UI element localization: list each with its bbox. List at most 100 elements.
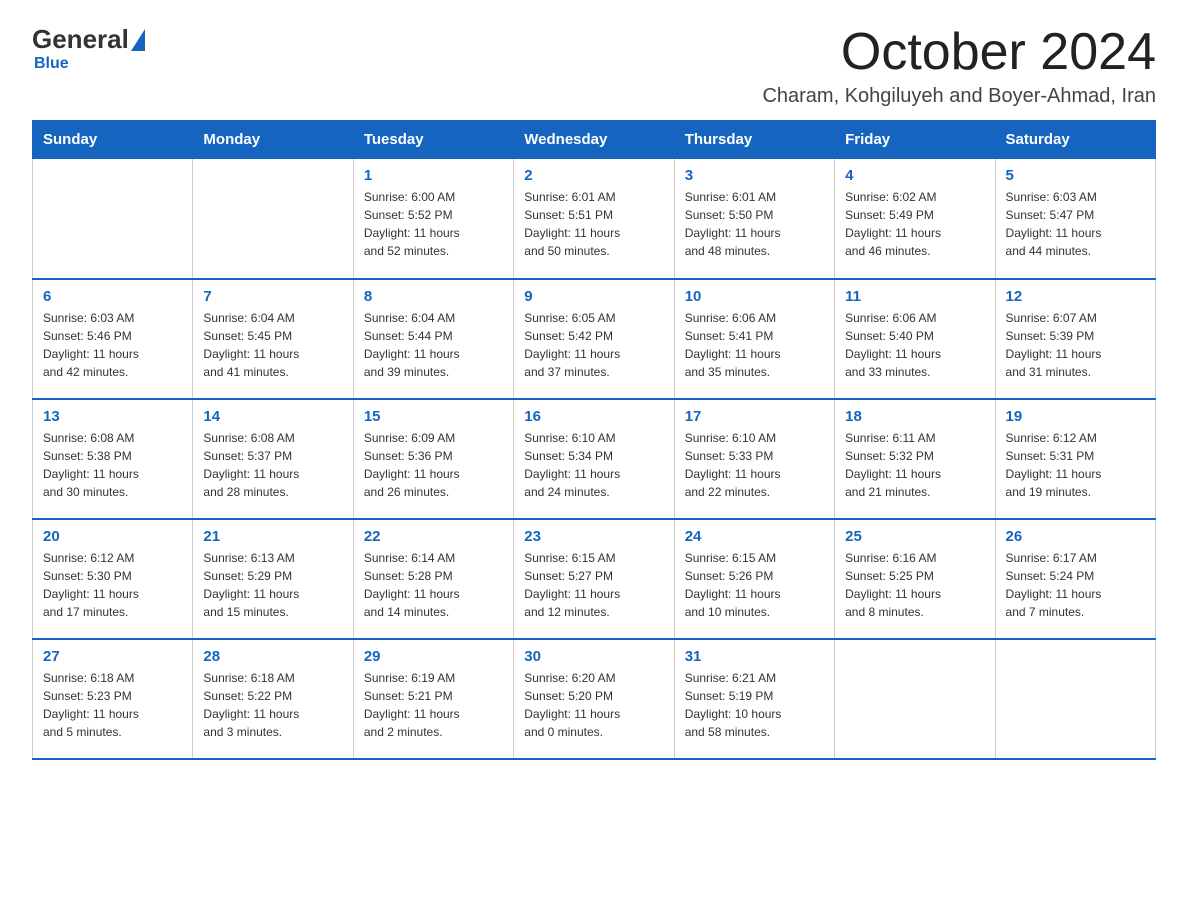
calendar-cell: 24 Sunrise: 6:15 AM Sunset: 5:26 PM Dayli… bbox=[674, 519, 834, 639]
logo-triangle-icon bbox=[131, 29, 145, 51]
day-number: 30 bbox=[524, 648, 663, 665]
day-number: 14 bbox=[203, 408, 342, 425]
location-title: Charam, Kohgiluyeh and Boyer-Ahmad, Iran bbox=[762, 85, 1156, 108]
week-row-5: 27Sunrise: 6:18 AM Sunset: 5:23 PM Dayli… bbox=[33, 639, 1156, 759]
calendar-cell: 17 Sunrise: 6:10 AM Sunset: 5:33 PM Dayli… bbox=[674, 399, 834, 519]
day-info: Sunrise: 6:20 AM Sunset: 5:20 PM Dayligh… bbox=[524, 669, 663, 741]
day-number: 12 bbox=[1006, 288, 1145, 305]
day-info: Sunrise: 6:10 AM Sunset: 5:34 PM Dayligh… bbox=[524, 429, 663, 501]
day-number: 9 bbox=[524, 288, 663, 305]
calendar-cell: 26Sunrise: 6:17 AM Sunset: 5:24 PM Dayli… bbox=[995, 519, 1155, 639]
day-info: Sunrise: 6:05 AM Sunset: 5:42 PM Dayligh… bbox=[524, 309, 663, 381]
day-number: 3 bbox=[685, 167, 824, 184]
calendar-cell: 6 Sunrise: 6:03 AM Sunset: 5:46 PM Daylig… bbox=[33, 279, 193, 399]
weekday-header-tuesday: Tuesday bbox=[353, 121, 513, 159]
month-title: October 2024 bbox=[762, 24, 1156, 81]
day-info: Sunrise: 6:02 AM Sunset: 5:49 PM Dayligh… bbox=[845, 188, 984, 260]
calendar-cell: 30 Sunrise: 6:20 AM Sunset: 5:20 PM Dayli… bbox=[514, 639, 674, 759]
week-row-4: 20 Sunrise: 6:12 AM Sunset: 5:30 PM Dayli… bbox=[33, 519, 1156, 639]
day-number: 24 bbox=[685, 528, 824, 545]
weekday-header-thursday: Thursday bbox=[674, 121, 834, 159]
day-info: Sunrise: 6:10 AM Sunset: 5:33 PM Dayligh… bbox=[685, 429, 824, 501]
calendar-table: SundayMondayTuesdayWednesdayThursdayFrid… bbox=[32, 120, 1156, 760]
calendar-cell: 7Sunrise: 6:04 AM Sunset: 5:45 PM Daylig… bbox=[193, 279, 353, 399]
day-info: Sunrise: 6:06 AM Sunset: 5:40 PM Dayligh… bbox=[845, 309, 984, 381]
calendar-cell bbox=[33, 159, 193, 279]
day-info: Sunrise: 6:04 AM Sunset: 5:44 PM Dayligh… bbox=[364, 309, 503, 381]
day-number: 23 bbox=[524, 528, 663, 545]
calendar-cell: 9 Sunrise: 6:05 AM Sunset: 5:42 PM Daylig… bbox=[514, 279, 674, 399]
day-number: 17 bbox=[685, 408, 824, 425]
calendar-cell bbox=[835, 639, 995, 759]
day-info: Sunrise: 6:01 AM Sunset: 5:50 PM Dayligh… bbox=[685, 188, 824, 260]
day-number: 19 bbox=[1006, 408, 1145, 425]
calendar-cell: 8 Sunrise: 6:04 AM Sunset: 5:44 PM Daylig… bbox=[353, 279, 513, 399]
day-number: 27 bbox=[43, 648, 182, 665]
calendar-cell: 4 Sunrise: 6:02 AM Sunset: 5:49 PM Daylig… bbox=[835, 159, 995, 279]
weekday-header-friday: Friday bbox=[835, 121, 995, 159]
calendar-cell: 31Sunrise: 6:21 AM Sunset: 5:19 PM Dayli… bbox=[674, 639, 834, 759]
calendar-cell: 5 Sunrise: 6:03 AM Sunset: 5:47 PM Daylig… bbox=[995, 159, 1155, 279]
calendar-cell: 18Sunrise: 6:11 AM Sunset: 5:32 PM Dayli… bbox=[835, 399, 995, 519]
day-info: Sunrise: 6:01 AM Sunset: 5:51 PM Dayligh… bbox=[524, 188, 663, 260]
title-area: October 2024 Charam, Kohgiluyeh and Boye… bbox=[762, 24, 1156, 108]
calendar-cell: 19 Sunrise: 6:12 AM Sunset: 5:31 PM Dayli… bbox=[995, 399, 1155, 519]
day-info: Sunrise: 6:04 AM Sunset: 5:45 PM Dayligh… bbox=[203, 309, 342, 381]
day-info: Sunrise: 6:08 AM Sunset: 5:37 PM Dayligh… bbox=[203, 429, 342, 501]
weekday-header-monday: Monday bbox=[193, 121, 353, 159]
day-info: Sunrise: 6:08 AM Sunset: 5:38 PM Dayligh… bbox=[43, 429, 182, 501]
logo: General Blue bbox=[32, 24, 147, 73]
calendar-cell: 20 Sunrise: 6:12 AM Sunset: 5:30 PM Dayli… bbox=[33, 519, 193, 639]
day-info: Sunrise: 6:03 AM Sunset: 5:47 PM Dayligh… bbox=[1006, 188, 1145, 260]
day-info: Sunrise: 6:12 AM Sunset: 5:31 PM Dayligh… bbox=[1006, 429, 1145, 501]
calendar-cell: 25 Sunrise: 6:16 AM Sunset: 5:25 PM Dayli… bbox=[835, 519, 995, 639]
calendar-cell: 13 Sunrise: 6:08 AM Sunset: 5:38 PM Dayli… bbox=[33, 399, 193, 519]
day-number: 10 bbox=[685, 288, 824, 305]
day-info: Sunrise: 6:03 AM Sunset: 5:46 PM Dayligh… bbox=[43, 309, 182, 381]
day-number: 26 bbox=[1006, 528, 1145, 545]
calendar-cell: 29Sunrise: 6:19 AM Sunset: 5:21 PM Dayli… bbox=[353, 639, 513, 759]
calendar-cell: 15 Sunrise: 6:09 AM Sunset: 5:36 PM Dayli… bbox=[353, 399, 513, 519]
day-number: 13 bbox=[43, 408, 182, 425]
week-row-3: 13 Sunrise: 6:08 AM Sunset: 5:38 PM Dayli… bbox=[33, 399, 1156, 519]
weekday-header-sunday: Sunday bbox=[33, 121, 193, 159]
calendar-cell: 23 Sunrise: 6:15 AM Sunset: 5:27 PM Dayli… bbox=[514, 519, 674, 639]
day-info: Sunrise: 6:09 AM Sunset: 5:36 PM Dayligh… bbox=[364, 429, 503, 501]
day-number: 21 bbox=[203, 528, 342, 545]
day-number: 20 bbox=[43, 528, 182, 545]
day-number: 11 bbox=[845, 288, 984, 305]
day-number: 4 bbox=[845, 167, 984, 184]
day-number: 8 bbox=[364, 288, 503, 305]
calendar-cell: 22 Sunrise: 6:14 AM Sunset: 5:28 PM Dayli… bbox=[353, 519, 513, 639]
calendar-cell: 3 Sunrise: 6:01 AM Sunset: 5:50 PM Daylig… bbox=[674, 159, 834, 279]
day-info: Sunrise: 6:06 AM Sunset: 5:41 PM Dayligh… bbox=[685, 309, 824, 381]
day-number: 18 bbox=[845, 408, 984, 425]
day-info: Sunrise: 6:14 AM Sunset: 5:28 PM Dayligh… bbox=[364, 549, 503, 621]
calendar-cell bbox=[193, 159, 353, 279]
calendar-cell: 21Sunrise: 6:13 AM Sunset: 5:29 PM Dayli… bbox=[193, 519, 353, 639]
day-info: Sunrise: 6:15 AM Sunset: 5:26 PM Dayligh… bbox=[685, 549, 824, 621]
day-number: 29 bbox=[364, 648, 503, 665]
day-info: Sunrise: 6:16 AM Sunset: 5:25 PM Dayligh… bbox=[845, 549, 984, 621]
weekday-header-saturday: Saturday bbox=[995, 121, 1155, 159]
day-number: 28 bbox=[203, 648, 342, 665]
week-row-2: 6 Sunrise: 6:03 AM Sunset: 5:46 PM Daylig… bbox=[33, 279, 1156, 399]
day-info: Sunrise: 6:07 AM Sunset: 5:39 PM Dayligh… bbox=[1006, 309, 1145, 381]
day-info: Sunrise: 6:15 AM Sunset: 5:27 PM Dayligh… bbox=[524, 549, 663, 621]
calendar-cell: 2Sunrise: 6:01 AM Sunset: 5:51 PM Daylig… bbox=[514, 159, 674, 279]
day-number: 6 bbox=[43, 288, 182, 305]
calendar-cell: 27Sunrise: 6:18 AM Sunset: 5:23 PM Dayli… bbox=[33, 639, 193, 759]
day-number: 1 bbox=[364, 167, 503, 184]
day-number: 22 bbox=[364, 528, 503, 545]
day-info: Sunrise: 6:12 AM Sunset: 5:30 PM Dayligh… bbox=[43, 549, 182, 621]
logo-blue-text: Blue bbox=[34, 55, 69, 72]
day-number: 5 bbox=[1006, 167, 1145, 184]
day-number: 16 bbox=[524, 408, 663, 425]
day-number: 15 bbox=[364, 408, 503, 425]
calendar-cell: 16 Sunrise: 6:10 AM Sunset: 5:34 PM Dayli… bbox=[514, 399, 674, 519]
calendar-cell: 1Sunrise: 6:00 AM Sunset: 5:52 PM Daylig… bbox=[353, 159, 513, 279]
day-number: 25 bbox=[845, 528, 984, 545]
logo-general-text: General bbox=[32, 24, 129, 55]
calendar-cell: 10 Sunrise: 6:06 AM Sunset: 5:41 PM Dayli… bbox=[674, 279, 834, 399]
calendar-cell: 12 Sunrise: 6:07 AM Sunset: 5:39 PM Dayli… bbox=[995, 279, 1155, 399]
